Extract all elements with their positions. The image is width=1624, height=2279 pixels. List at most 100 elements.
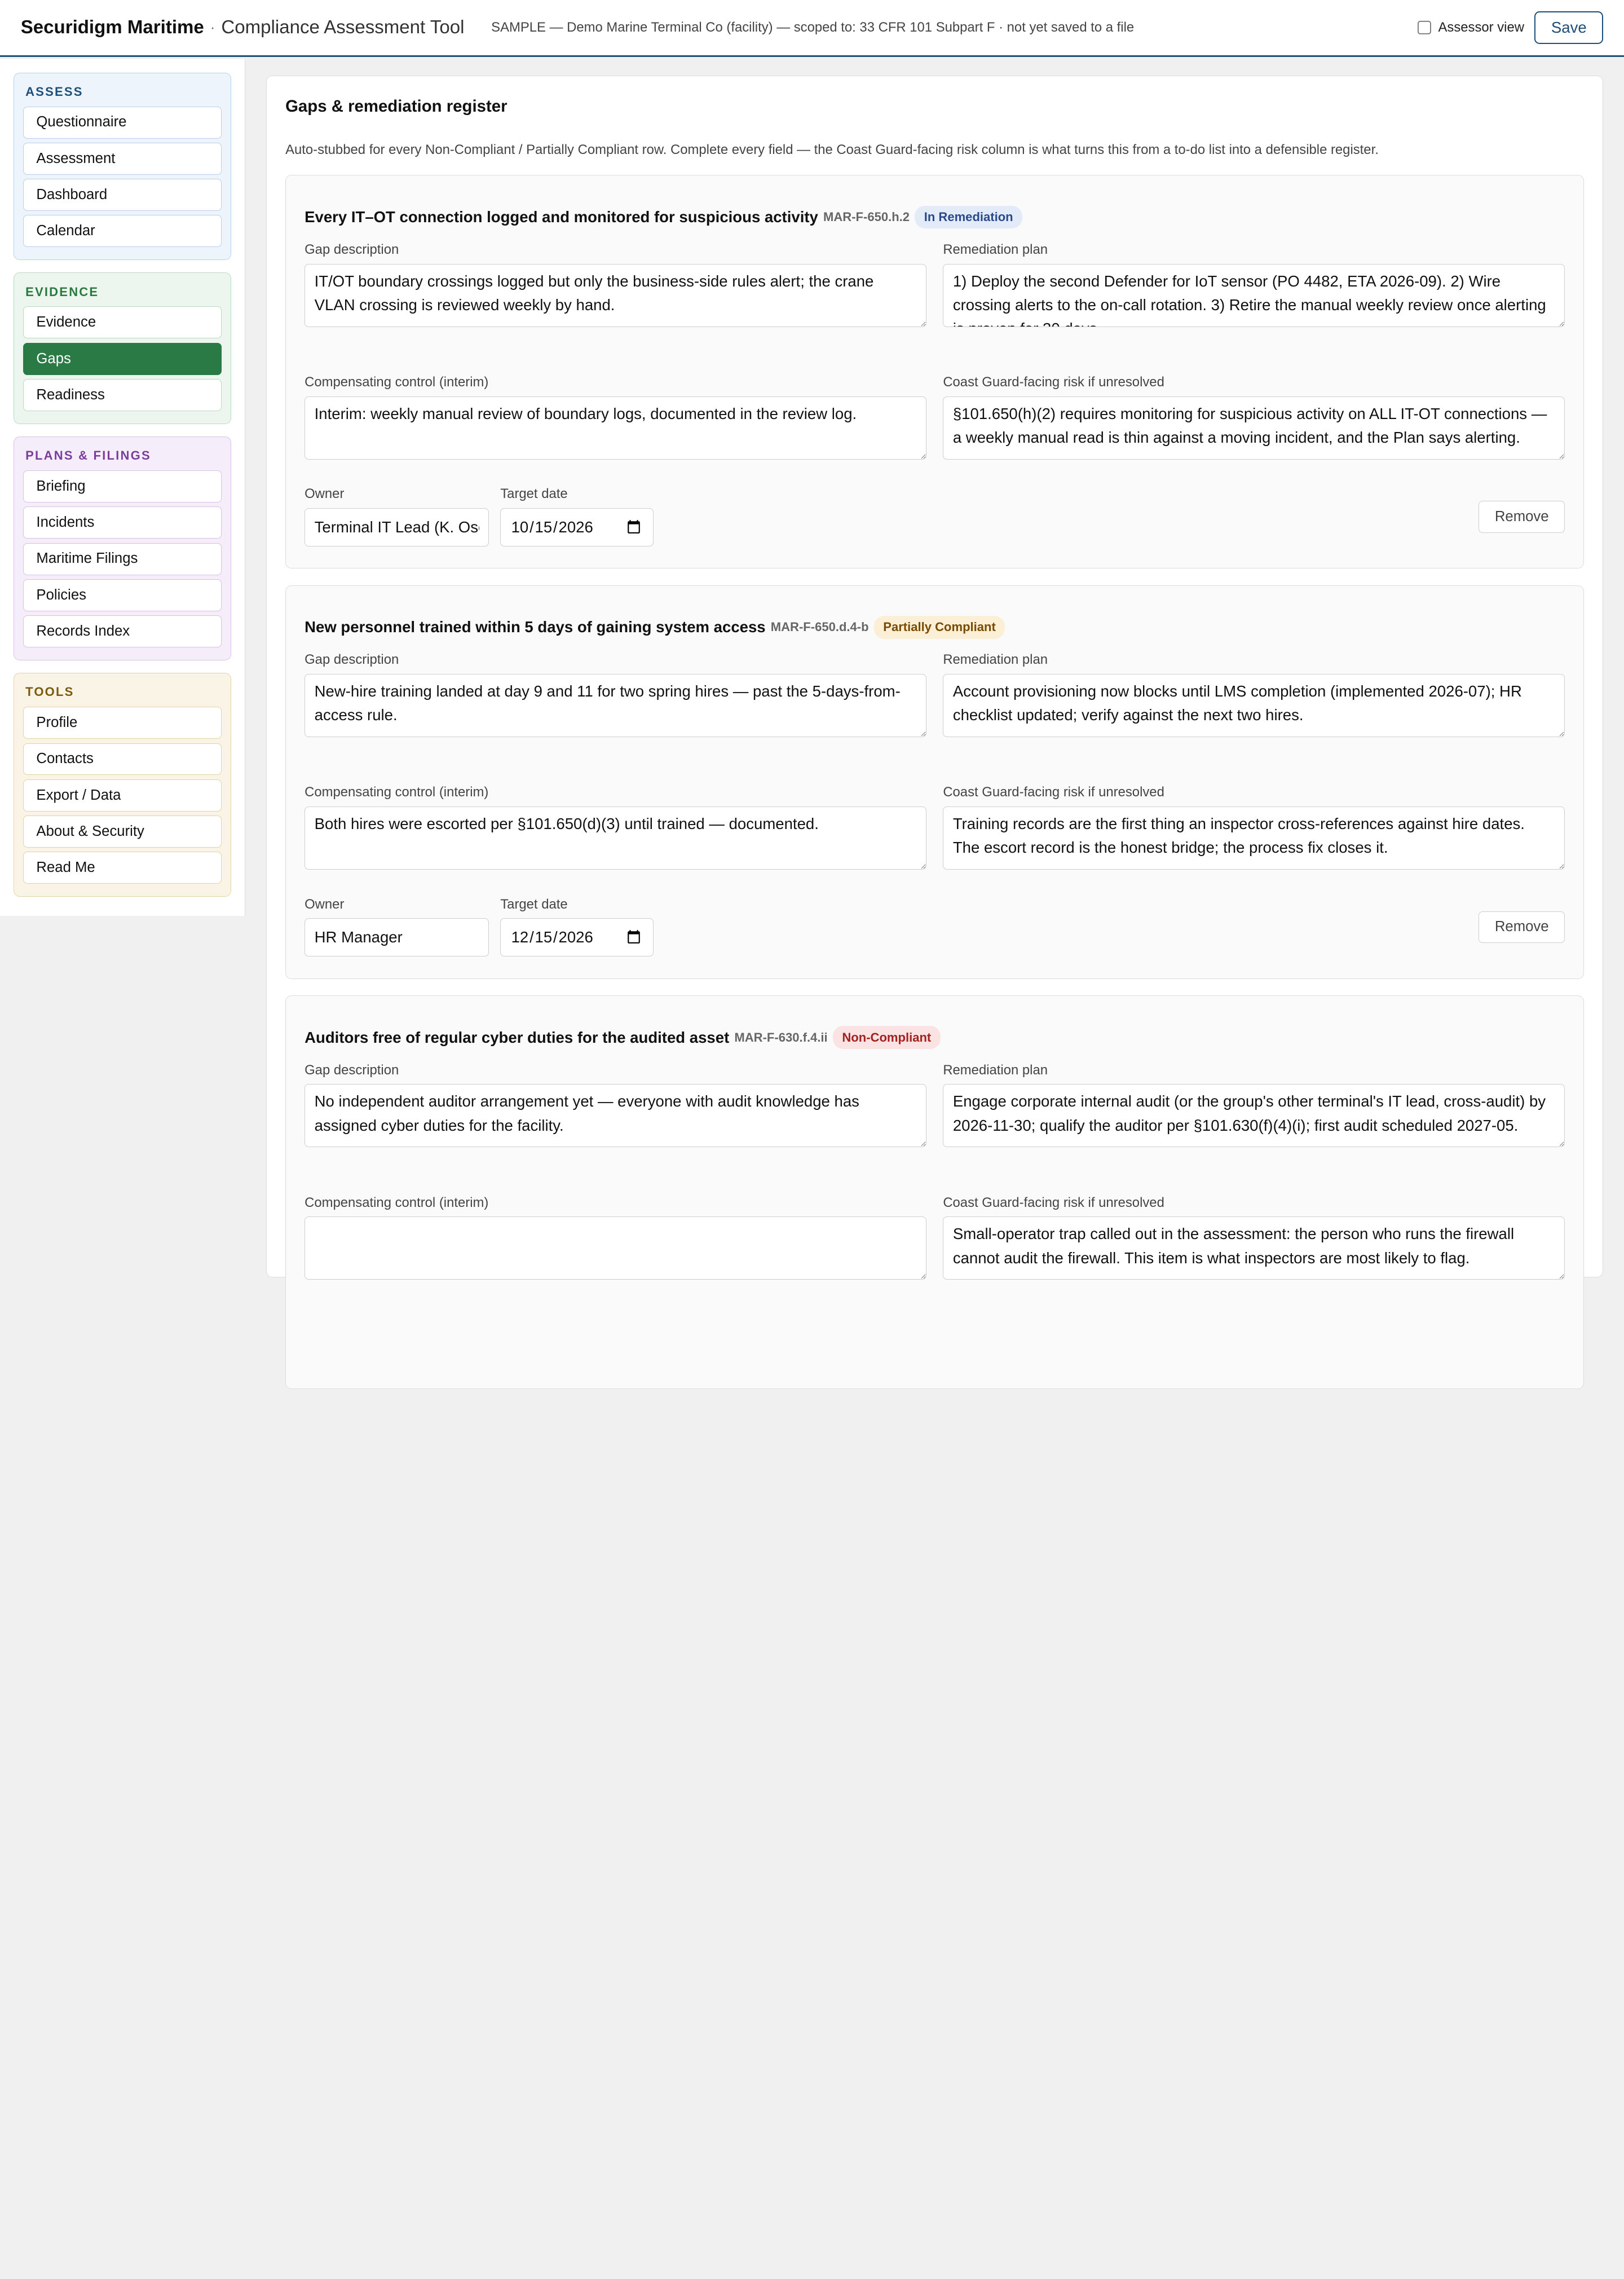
gap-card: New personnel trained within 5 days of g… — [285, 585, 1585, 979]
remediation-plan-input[interactable]: Account provisioning now blocks until LM… — [943, 673, 1565, 737]
owner-field: Owner — [304, 486, 489, 546]
brand-name: Securidigm Maritime — [20, 17, 204, 38]
gap-row-2: Compensating control (interim) Both hire… — [304, 772, 1565, 870]
save-button[interactable]: Save — [1534, 11, 1604, 45]
field-label: Gap description — [304, 652, 399, 668]
sidebar-item-policies[interactable]: Policies — [23, 579, 222, 611]
nav-group-evidence: EVIDENCE Evidence Gaps Readiness — [13, 272, 232, 424]
gap-header: Every IT–OT connection logged and monito… — [304, 205, 1565, 230]
remediation-plan-input[interactable]: 1) Deploy the second Defender for IoT se… — [943, 263, 1565, 327]
brand-separator: · — [210, 19, 215, 36]
gaps-register-panel: Gaps & remediation register Auto-stubbed… — [266, 76, 1604, 1390]
coast-guard-risk-field: Coast Guard-facing risk if unresolved Tr… — [943, 772, 1565, 870]
target-date-field: Target date — [500, 486, 654, 546]
assessor-view-checkbox[interactable] — [1417, 20, 1432, 35]
sidebar-item-read-me[interactable]: Read Me — [23, 852, 222, 884]
field-label: Coast Guard-facing risk if unresolved — [943, 1194, 1164, 1210]
coast-guard-risk-input[interactable]: §101.650(h)(2) requires monitoring for s… — [943, 396, 1565, 460]
sidebar-item-briefing[interactable]: Briefing — [23, 470, 222, 502]
remediation-plan-field: Remediation plan Engage corporate intern… — [943, 1050, 1565, 1148]
nav-group-plans-filings: PLANS & FILINGS Briefing Incidents Marit… — [13, 437, 232, 661]
gap-footer: Owner Target date Remove — [304, 486, 1565, 546]
gap-description-input[interactable]: New-hire training landed at day 9 and 11… — [304, 673, 926, 737]
gap-row-2: Compensating control (interim) Coast Gua… — [304, 1183, 1565, 1280]
remediation-plan-input[interactable]: Engage corporate internal audit (or the … — [943, 1084, 1565, 1148]
owner-input[interactable] — [304, 918, 489, 957]
gap-control-id: MAR-F-650.d.4-b — [770, 620, 869, 634]
gap-description-field: Gap description IT/OT boundary crossings… — [304, 230, 926, 327]
assessor-view-toggle[interactable]: Assessor view — [1417, 20, 1524, 36]
sidebar-item-assessment[interactable]: Assessment — [23, 142, 222, 175]
gap-card: Auditors free of regular cyber duties fo… — [285, 995, 1585, 1390]
coast-guard-risk-input[interactable]: Small-operator trap called out in the as… — [943, 1216, 1565, 1280]
nav-group-tools: TOOLS Profile Contacts Export / Data Abo… — [13, 673, 232, 897]
sidebar-item-contacts[interactable]: Contacts — [23, 743, 222, 775]
compensating-control-field: Compensating control (interim) Interim: … — [304, 362, 926, 460]
gap-header: New personnel trained within 5 days of g… — [304, 615, 1565, 640]
gap-row-1: Gap description No independent auditor a… — [304, 1050, 1565, 1148]
gap-control-id: MAR-F-650.h.2 — [823, 209, 910, 224]
gap-row-1: Gap description New-hire training landed… — [304, 640, 1565, 737]
sidebar-item-incidents[interactable]: Incidents — [23, 506, 222, 539]
compensating-control-field: Compensating control (interim) — [304, 1183, 926, 1280]
gap-description-input[interactable]: IT/OT boundary crossings logged but only… — [304, 263, 926, 327]
coast-guard-risk-input[interactable]: Training records are the first thing an … — [943, 806, 1565, 870]
target-date-input[interactable] — [500, 918, 654, 957]
sidebar-item-export-data[interactable]: Export / Data — [23, 779, 222, 812]
page-intro: Auto-stubbed for every Non-Compliant / P… — [285, 142, 1379, 157]
field-label: Gap description — [304, 241, 399, 257]
gap-footer: Owner Target date Remove — [304, 897, 1565, 957]
field-label: Owner — [304, 486, 345, 502]
field-label: Gap description — [304, 1062, 399, 1078]
coast-guard-risk-field: Coast Guard-facing risk if unresolved §1… — [943, 362, 1565, 460]
nav-group-title: ASSESS — [25, 84, 83, 99]
gap-title: Every IT–OT connection logged and monito… — [304, 208, 818, 226]
gap-description-field: Gap description New-hire training landed… — [304, 640, 926, 737]
field-label: Compensating control (interim) — [304, 374, 489, 390]
sidebar-item-readiness[interactable]: Readiness — [23, 379, 222, 411]
top-actions: Assessor view Save — [1417, 11, 1604, 45]
top-bar: Securidigm Maritime · Compliance Assessm… — [0, 0, 1624, 58]
owner-input[interactable] — [304, 508, 489, 546]
field-label: Compensating control (interim) — [304, 784, 489, 800]
compensating-control-input[interactable] — [304, 1216, 926, 1280]
status-badge: Non-Compliant — [832, 1026, 941, 1049]
field-label: Compensating control (interim) — [304, 1194, 489, 1210]
field-label: Coast Guard-facing risk if unresolved — [943, 784, 1164, 800]
assessor-view-label: Assessor view — [1438, 20, 1524, 35]
nav-group-title: TOOLS — [25, 685, 74, 699]
gap-header: Auditors free of regular cyber duties fo… — [304, 1025, 1565, 1050]
gap-description-field: Gap description No independent auditor a… — [304, 1050, 926, 1148]
sidebar-item-calendar[interactable]: Calendar — [23, 215, 222, 248]
field-label: Target date — [500, 896, 568, 912]
gap-title: New personnel trained within 5 days of g… — [304, 618, 766, 636]
nav-group-title: PLANS & FILINGS — [25, 448, 151, 463]
sidebar-item-profile[interactable]: Profile — [23, 707, 222, 739]
gap-control-id: MAR-F-630.f.4.ii — [734, 1030, 828, 1044]
remove-gap-button[interactable]: Remove — [1479, 911, 1565, 944]
gap-row-1: Gap description IT/OT boundary crossings… — [304, 230, 1565, 327]
field-label: Coast Guard-facing risk if unresolved — [943, 374, 1164, 390]
owner-field: Owner — [304, 897, 489, 957]
gap-card: Every IT–OT connection logged and monito… — [285, 175, 1585, 569]
remove-gap-button[interactable]: Remove — [1479, 501, 1565, 533]
coast-guard-risk-field: Coast Guard-facing risk if unresolved Sm… — [943, 1183, 1565, 1280]
sidebar-item-gaps[interactable]: Gaps — [23, 342, 222, 375]
sidebar: ASSESS Questionnaire Assessment Dashboar… — [0, 59, 246, 916]
field-label: Remediation plan — [943, 241, 1048, 257]
gap-description-input[interactable]: No independent auditor arrangement yet —… — [304, 1084, 926, 1148]
sidebar-item-records-index[interactable]: Records Index — [23, 615, 222, 648]
app-name: Compliance Assessment Tool — [221, 17, 465, 38]
compensating-control-input[interactable]: Interim: weekly manual review of boundar… — [304, 396, 926, 460]
target-date-input[interactable] — [500, 508, 654, 546]
compensating-control-field: Compensating control (interim) Both hire… — [304, 772, 926, 870]
compensating-control-input[interactable]: Both hires were escorted per §101.650(d)… — [304, 806, 926, 870]
sidebar-item-dashboard[interactable]: Dashboard — [23, 179, 222, 211]
sidebar-item-evidence[interactable]: Evidence — [23, 306, 222, 339]
gap-title: Auditors free of regular cyber duties fo… — [304, 1028, 730, 1046]
status-badge: Partially Compliant — [873, 615, 1005, 639]
nav-group-assess: ASSESS Questionnaire Assessment Dashboar… — [13, 72, 232, 261]
sidebar-item-maritime-filings[interactable]: Maritime Filings — [23, 543, 222, 575]
sidebar-item-questionnaire[interactable]: Questionnaire — [23, 106, 222, 139]
sidebar-item-about-security[interactable]: About & Security — [23, 815, 222, 848]
